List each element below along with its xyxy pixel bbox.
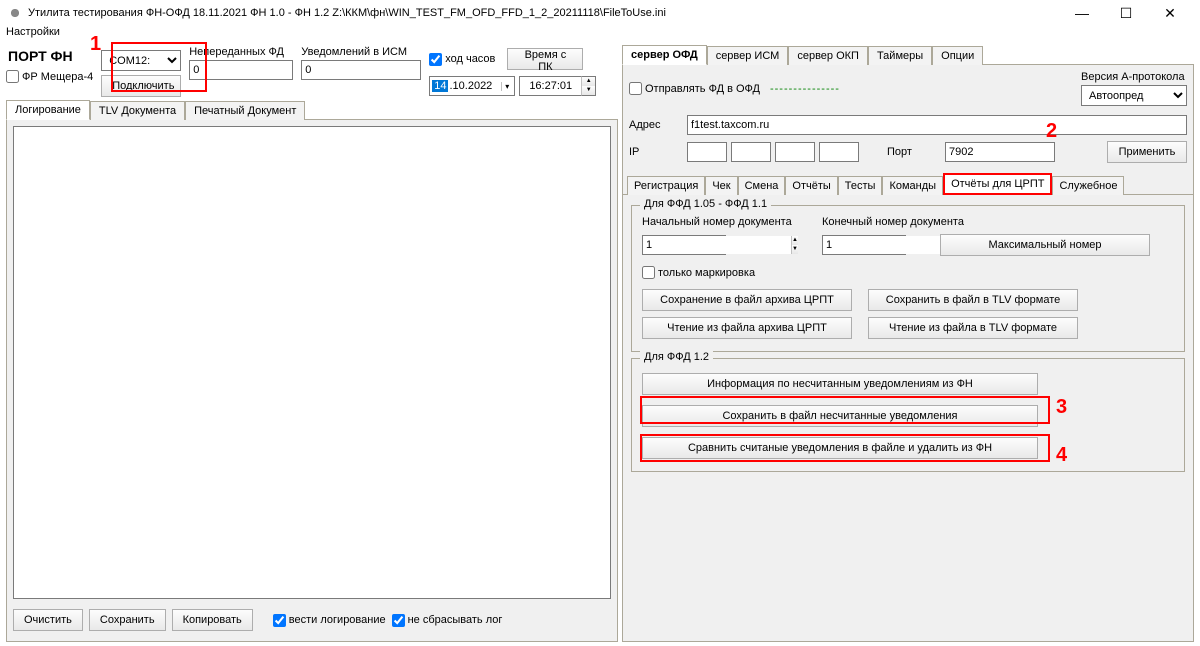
log-textarea[interactable] <box>13 126 611 599</box>
com-port-select[interactable]: COM12: <box>101 50 181 71</box>
unsent-fd-input[interactable] <box>189 60 293 80</box>
start-doc-spinner[interactable]: ▲▼ <box>642 235 726 255</box>
tab-tlv[interactable]: TLV Документа <box>90 101 185 120</box>
info-unread-notif-button[interactable]: Информация по несчитанным уведомлениям и… <box>642 373 1038 395</box>
save-unread-notif-button[interactable]: Сохранить в файл несчитанные уведомления <box>642 405 1038 427</box>
connect-button[interactable]: Подключить <box>101 75 181 97</box>
ip-label: IP <box>629 146 679 158</box>
version-label: Версия А-протокола <box>1081 71 1185 83</box>
subtab-tests[interactable]: Тесты <box>838 176 883 195</box>
menu-bar: Настройки <box>0 26 1200 44</box>
copy-button[interactable]: Копировать <box>172 609 253 631</box>
clear-button[interactable]: Очистить <box>13 609 83 631</box>
subtab-registration[interactable]: Регистрация <box>627 176 705 195</box>
only-marking-checkbox[interactable]: только маркировка <box>642 266 1174 279</box>
read-crpt-archive-button[interactable]: Чтение из файла архива ЦРПТ <box>642 317 852 339</box>
unsent-fd-label: Непереданных ФД <box>189 46 293 58</box>
pc-time-button[interactable]: Время с ПК <box>507 48 583 70</box>
ip-inputs[interactable] <box>687 142 859 162</box>
port-label: Порт <box>887 146 937 158</box>
address-input[interactable] <box>687 115 1187 135</box>
compare-delete-button[interactable]: Сравнить считаные уведомления в файле и … <box>642 437 1038 459</box>
tab-okp-server[interactable]: сервер ОКП <box>788 46 868 65</box>
maximize-button[interactable]: ☐ <box>1104 0 1148 26</box>
apply-button[interactable]: Применить <box>1107 141 1187 163</box>
ism-notif-input[interactable] <box>301 60 421 80</box>
fr-meshera-checkbox[interactable]: ФР Мещера-4 <box>6 70 93 83</box>
save-button[interactable]: Сохранить <box>89 609 166 631</box>
subtab-service[interactable]: Служебное <box>1052 176 1124 195</box>
annotation-1: 1 <box>90 33 101 56</box>
address-label: Адрес <box>629 119 679 131</box>
subtab-shift[interactable]: Смена <box>738 176 786 195</box>
chevron-down-icon[interactable]: ▾ <box>501 82 512 91</box>
clock-checkbox[interactable]: ход часов <box>429 53 495 66</box>
tab-options[interactable]: Опции <box>932 46 983 65</box>
window-title: Утилита тестирования ФН-ОФД 18.11.2021 Ф… <box>28 7 1060 19</box>
subtab-reports[interactable]: Отчёты <box>785 176 837 195</box>
do-log-checkbox[interactable]: вести логирование <box>273 614 386 627</box>
ism-notif-label: Уведомлений в ИСМ <box>301 46 421 58</box>
date-picker[interactable]: 14 .10.2022 ▾ <box>429 76 515 96</box>
annotation-3: 3 <box>1056 396 1067 419</box>
annotation-2: 2 <box>1046 120 1057 143</box>
tab-ism-server[interactable]: сервер ИСМ <box>707 46 789 65</box>
save-tlv-button[interactable]: Сохранить в файл в TLV формате <box>868 289 1078 311</box>
minimize-button[interactable]: — <box>1060 0 1104 26</box>
tab-logging[interactable]: Логирование <box>6 100 90 120</box>
group-ffd105-111: Для ФФД 1.05 - ФФД 1.1 Начальный номер д… <box>631 205 1185 352</box>
subtab-crpt-reports[interactable]: Отчёты для ЦРПТ <box>943 173 1052 195</box>
annotation-4: 4 <box>1056 444 1067 467</box>
subtab-commands[interactable]: Команды <box>882 176 943 195</box>
tab-ofd-server[interactable]: сервер ОФД <box>622 45 707 65</box>
port-input[interactable] <box>945 142 1055 162</box>
max-number-button[interactable]: Максимальный номер <box>940 234 1150 256</box>
time-spinner[interactable]: ▲▼ <box>519 76 596 96</box>
subtab-check[interactable]: Чек <box>705 176 737 195</box>
ofd-status-dashes: --------------- <box>770 83 840 95</box>
save-crpt-archive-button[interactable]: Сохранение в файл архива ЦРПТ <box>642 289 852 311</box>
port-title: ПОРТ ФН <box>6 44 93 68</box>
no-reset-checkbox[interactable]: не сбрасывать лог <box>392 614 503 627</box>
read-tlv-button[interactable]: Чтение из файла в TLV формате <box>868 317 1078 339</box>
group-ffd12: Для ФФД 1.2 Информация по несчитанным ув… <box>631 358 1185 472</box>
menu-settings[interactable]: Настройки <box>6 26 60 38</box>
tab-timers[interactable]: Таймеры <box>868 46 932 65</box>
app-icon <box>8 6 22 20</box>
end-doc-label: Конечный номер документа <box>822 216 964 228</box>
close-button[interactable]: ✕ <box>1148 0 1192 26</box>
end-doc-spinner[interactable]: ▲▼ <box>822 235 906 255</box>
version-select[interactable]: Автоопред <box>1081 85 1187 106</box>
start-doc-label: Начальный номер документа <box>642 216 802 228</box>
title-bar: Утилита тестирования ФН-ОФД 18.11.2021 Ф… <box>0 0 1200 26</box>
send-fd-checkbox[interactable]: Отправлять ФД в ОФД <box>629 82 760 95</box>
tab-print-doc[interactable]: Печатный Документ <box>185 101 305 120</box>
